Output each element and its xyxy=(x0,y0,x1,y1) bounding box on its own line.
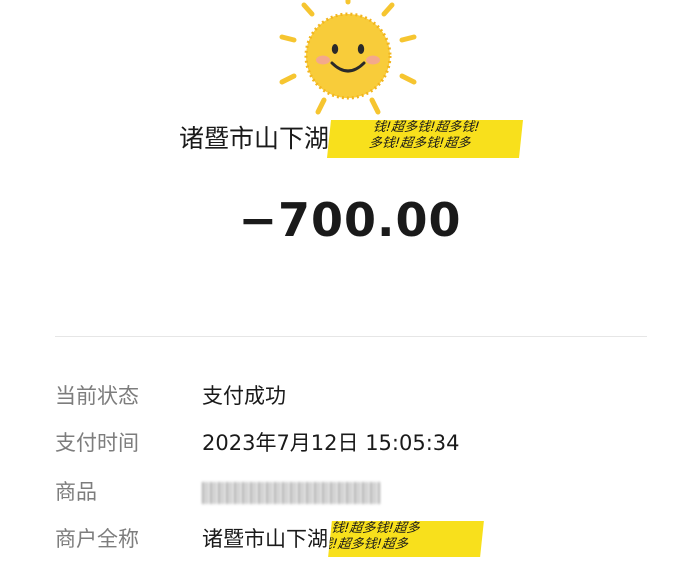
merchant-name: 诸暨市山下湖 xyxy=(178,124,329,153)
detail-label: 支付时间 xyxy=(55,431,139,455)
detail-value: 2023年7月12日 15:05:34 xyxy=(202,431,460,455)
detail-label: 当前状态 xyxy=(55,384,139,408)
detail-row-merchant: 商户全称 诸暨市山下湖 钱!超多钱!超多 钱!超多钱!超多 xyxy=(55,521,700,557)
sticker-text: 钱!超多钱!超多 xyxy=(330,521,421,536)
detail-row-time: 支付时间 2023年7月12日 15:05:34 xyxy=(55,425,700,461)
detail-row-product: 商品 xyxy=(55,474,700,510)
merchant-title: 诸暨市山下湖 钱!超多钱!超多钱! 多钱!超多钱!超多 xyxy=(0,118,700,159)
sticker-text: 钱!超多钱!超多钱! xyxy=(372,120,481,135)
detail-value: 诸暨市山下湖 钱!超多钱!超多 钱!超多钱!超多 xyxy=(202,521,484,557)
detail-value: 支付成功 xyxy=(202,384,286,408)
divider xyxy=(55,336,647,337)
detail-row-status: 当前状态 支付成功 xyxy=(55,378,700,414)
merchant-full-name: 诸暨市山下湖 xyxy=(202,527,328,551)
sticker-text: 钱!超多钱!超多 xyxy=(328,537,409,552)
smiling-sun-icon xyxy=(279,0,417,115)
sticker-text: 多钱!超多钱!超多 xyxy=(368,136,472,151)
redacted-product xyxy=(202,482,380,504)
detail-label: 商户全称 xyxy=(55,527,139,551)
sticker-overlay: 钱!超多钱!超多 钱!超多钱!超多 xyxy=(328,521,484,557)
detail-label: 商品 xyxy=(55,480,97,504)
sticker-overlay: 钱!超多钱!超多钱! 多钱!超多钱!超多 xyxy=(327,120,523,158)
payment-amount: −700.00 xyxy=(238,193,462,247)
